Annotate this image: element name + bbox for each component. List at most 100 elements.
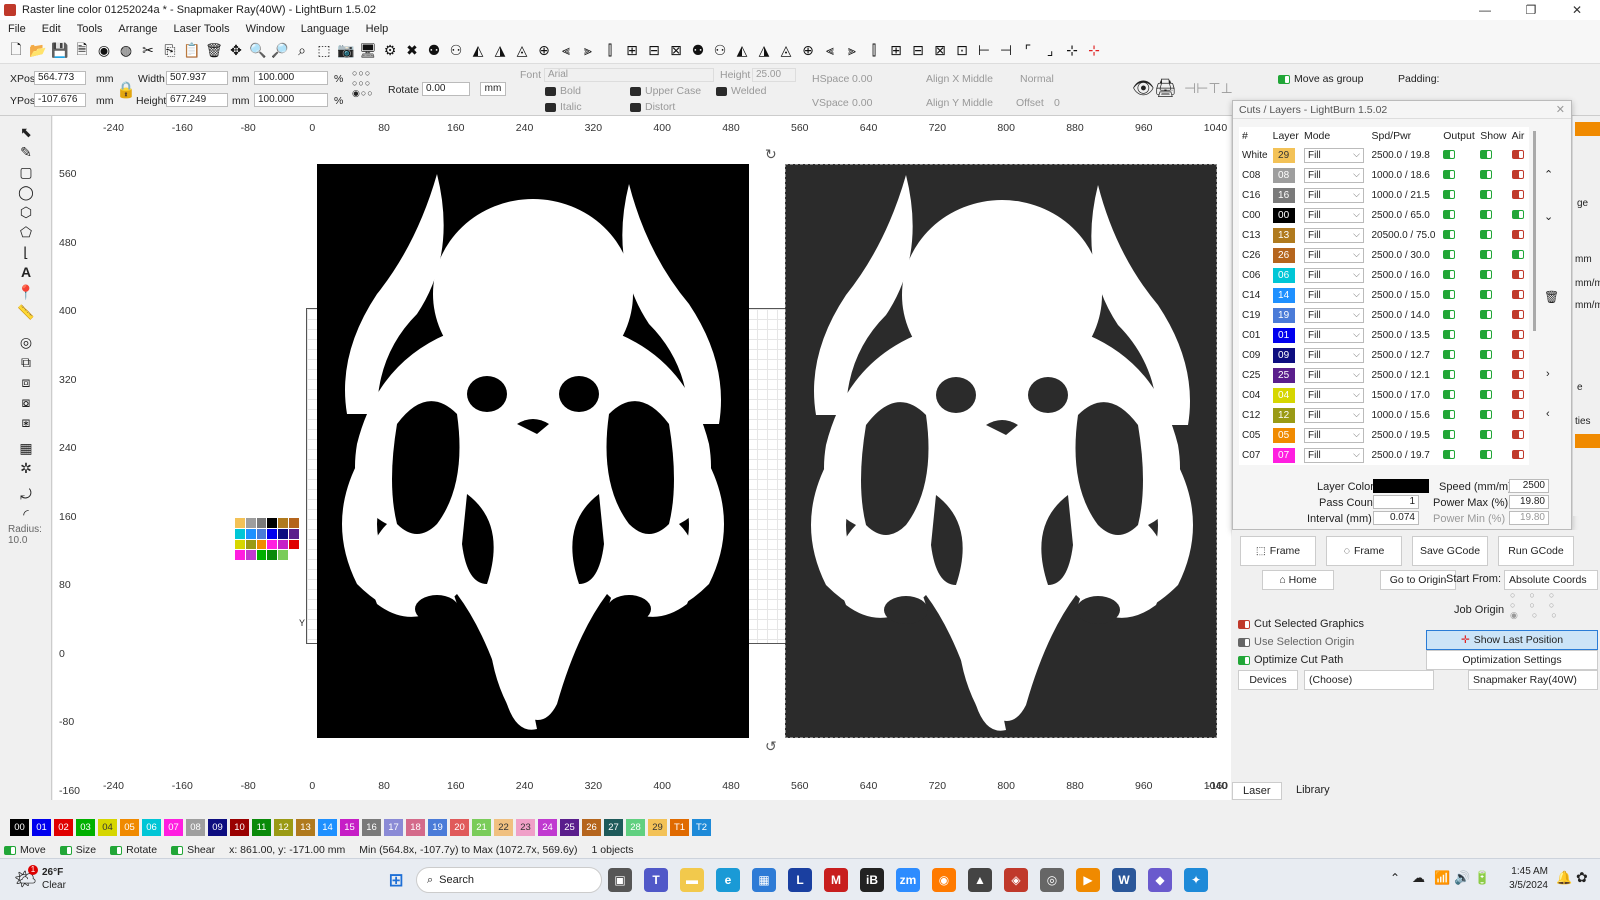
- show-toggle[interactable]: [1480, 330, 1493, 340]
- position-pin-icon[interactable]: 📍: [13, 282, 39, 302]
- lock-icon[interactable]: 🔒: [116, 80, 136, 100]
- tools-icon[interactable]: ✖: [402, 41, 422, 61]
- cut-selected-toggle[interactable]: Cut Selected Graphics: [1238, 618, 1364, 630]
- output-toggle[interactable]: [1443, 190, 1456, 200]
- rotate-input[interactable]: 0.00: [422, 82, 470, 96]
- run-gcode-button[interactable]: Run GCode: [1498, 536, 1574, 566]
- layer-number-badge[interactable]: 00: [1272, 207, 1295, 223]
- air-toggle[interactable]: [1511, 450, 1524, 460]
- font-height-input[interactable]: 25.00: [752, 68, 796, 82]
- dist3-icon[interactable]: ⊠: [930, 41, 950, 61]
- menu-window[interactable]: Window: [238, 23, 293, 35]
- distribute-v-icon[interactable]: ⊟: [644, 41, 664, 61]
- show-toggle[interactable]: [1480, 430, 1493, 440]
- delete-layer-icon[interactable]: 🗑: [1544, 290, 1559, 304]
- copilot-icon[interactable]: ✿: [1576, 869, 1588, 886]
- air-toggle[interactable]: [1511, 330, 1524, 340]
- height-input[interactable]: 677.249: [166, 93, 228, 107]
- welded-check[interactable]: Welded: [716, 85, 766, 97]
- octopus-image-left[interactable]: [317, 164, 749, 738]
- output-toggle[interactable]: [1443, 310, 1456, 320]
- power-max-input[interactable]: 19.80: [1509, 495, 1549, 509]
- zoom-out-icon[interactable]: 🔎: [270, 41, 290, 61]
- volume-icon[interactable]: 🔊: [1454, 870, 1470, 886]
- power-min-input[interactable]: 19.80: [1509, 511, 1549, 525]
- output-toggle[interactable]: [1443, 230, 1456, 240]
- layer-row[interactable]: C05 05 Fill 2500.0 / 19.5: [1239, 425, 1529, 445]
- corner-radius-icon[interactable]: ◜: [13, 504, 39, 524]
- output-toggle[interactable]: [1443, 430, 1456, 440]
- palette-swatch[interactable]: 27: [604, 818, 623, 836]
- palette-swatch[interactable]: T1: [670, 818, 689, 836]
- dist-icon[interactable]: ⊞: [886, 41, 906, 61]
- layer-mode-select[interactable]: Fill: [1303, 247, 1364, 263]
- delete-icon[interactable]: 🗑: [204, 41, 224, 61]
- clock-time[interactable]: 1:45 AM: [1500, 866, 1548, 877]
- media-player-icon[interactable]: ▶: [1076, 868, 1100, 892]
- output-toggle[interactable]: [1443, 290, 1456, 300]
- output-toggle[interactable]: [1443, 330, 1456, 340]
- palette-swatch[interactable]: 16: [362, 818, 381, 836]
- layer-row[interactable]: C14 14 Fill 2500.0 / 15.0: [1239, 285, 1529, 305]
- palette-swatch[interactable]: 10: [230, 818, 249, 836]
- menu-language[interactable]: Language: [293, 23, 358, 35]
- devices-button[interactable]: Devices: [1238, 670, 1298, 690]
- layer-mode-select[interactable]: Fill: [1303, 347, 1364, 363]
- radius-input[interactable]: 10.0: [8, 535, 51, 546]
- air-toggle[interactable]: [1511, 410, 1524, 420]
- firefox-icon[interactable]: ◉: [932, 868, 956, 892]
- palette-swatch[interactable]: 07: [164, 818, 183, 836]
- zoom-frame-icon[interactable]: ⬚: [314, 41, 334, 61]
- palette-swatch[interactable]: 02: [54, 818, 73, 836]
- xpos-input[interactable]: 564.773: [34, 71, 86, 85]
- align-center-icon[interactable]: ⫸: [578, 41, 598, 61]
- edge-icon[interactable]: e: [716, 868, 740, 892]
- battery-icon[interactable]: 🔋: [1474, 870, 1490, 886]
- align-x-select[interactable]: Middle: [962, 73, 993, 85]
- open-folder-icon[interactable]: 📂: [28, 41, 48, 61]
- space-h-icon[interactable]: ⊠: [666, 41, 686, 61]
- layer-number-badge[interactable]: 08: [1272, 167, 1295, 183]
- dist2-icon[interactable]: ⊟: [908, 41, 928, 61]
- output-toggle[interactable]: [1443, 250, 1456, 260]
- air-toggle[interactable]: [1511, 210, 1524, 220]
- interval-input[interactable]: 0.074: [1373, 511, 1419, 525]
- units-toggle-button[interactable]: mm: [480, 82, 506, 96]
- air-toggle[interactable]: [1511, 170, 1524, 180]
- lightburn-icon[interactable]: ◈: [1004, 868, 1028, 892]
- show-toggle[interactable]: [1480, 450, 1493, 460]
- palette-swatch[interactable]: 13: [296, 818, 315, 836]
- cuts-panel-close-icon[interactable]: ✕: [1556, 103, 1565, 116]
- align-middle-icon[interactable]: ⫸: [842, 41, 862, 61]
- file-explorer-icon[interactable]: ▬: [680, 868, 704, 892]
- palette-swatch[interactable]: 15: [340, 818, 359, 836]
- layer-mode-select[interactable]: Fill: [1303, 227, 1364, 243]
- preview-eye-icon[interactable]: 👁: [1132, 78, 1155, 99]
- teams-icon[interactable]: T: [644, 868, 668, 892]
- task-view-icon[interactable]: ▣: [608, 868, 632, 892]
- palette-swatch[interactable]: 29: [648, 818, 667, 836]
- palette-swatch[interactable]: 25: [560, 818, 579, 836]
- save-as-icon[interactable]: 🗎: [72, 41, 92, 61]
- layer-mode-select[interactable]: Fill: [1303, 267, 1364, 283]
- menu-file[interactable]: File: [0, 23, 34, 35]
- new-file-icon[interactable]: 🗋: [6, 41, 26, 61]
- laser-window-icon[interactable]: 🖨: [1154, 78, 1177, 99]
- layer-mode-select[interactable]: Fill: [1303, 407, 1364, 423]
- layer-number-badge[interactable]: 09: [1272, 347, 1295, 363]
- menu-arrange[interactable]: Arrange: [110, 23, 165, 35]
- ungroup2-icon[interactable]: ⚇: [710, 41, 730, 61]
- maximize-button[interactable]: ❐: [1508, 0, 1554, 20]
- rotate-handle-icon[interactable]: ↻: [765, 146, 777, 163]
- palette-swatch[interactable]: 14: [318, 818, 337, 836]
- inkscape-icon[interactable]: ▲: [968, 868, 992, 892]
- output-toggle[interactable]: [1443, 410, 1456, 420]
- show-toggle[interactable]: [1480, 370, 1493, 380]
- output-toggle[interactable]: [1443, 170, 1456, 180]
- show-toggle[interactable]: [1480, 170, 1493, 180]
- export-icon[interactable]: ◍: [116, 41, 136, 61]
- center-icon[interactable]: ⊕: [798, 41, 818, 61]
- go-to-origin-button[interactable]: Go to Origin: [1380, 570, 1456, 590]
- move-icon[interactable]: ✥: [226, 41, 246, 61]
- layer-number-badge[interactable]: 19: [1272, 307, 1295, 323]
